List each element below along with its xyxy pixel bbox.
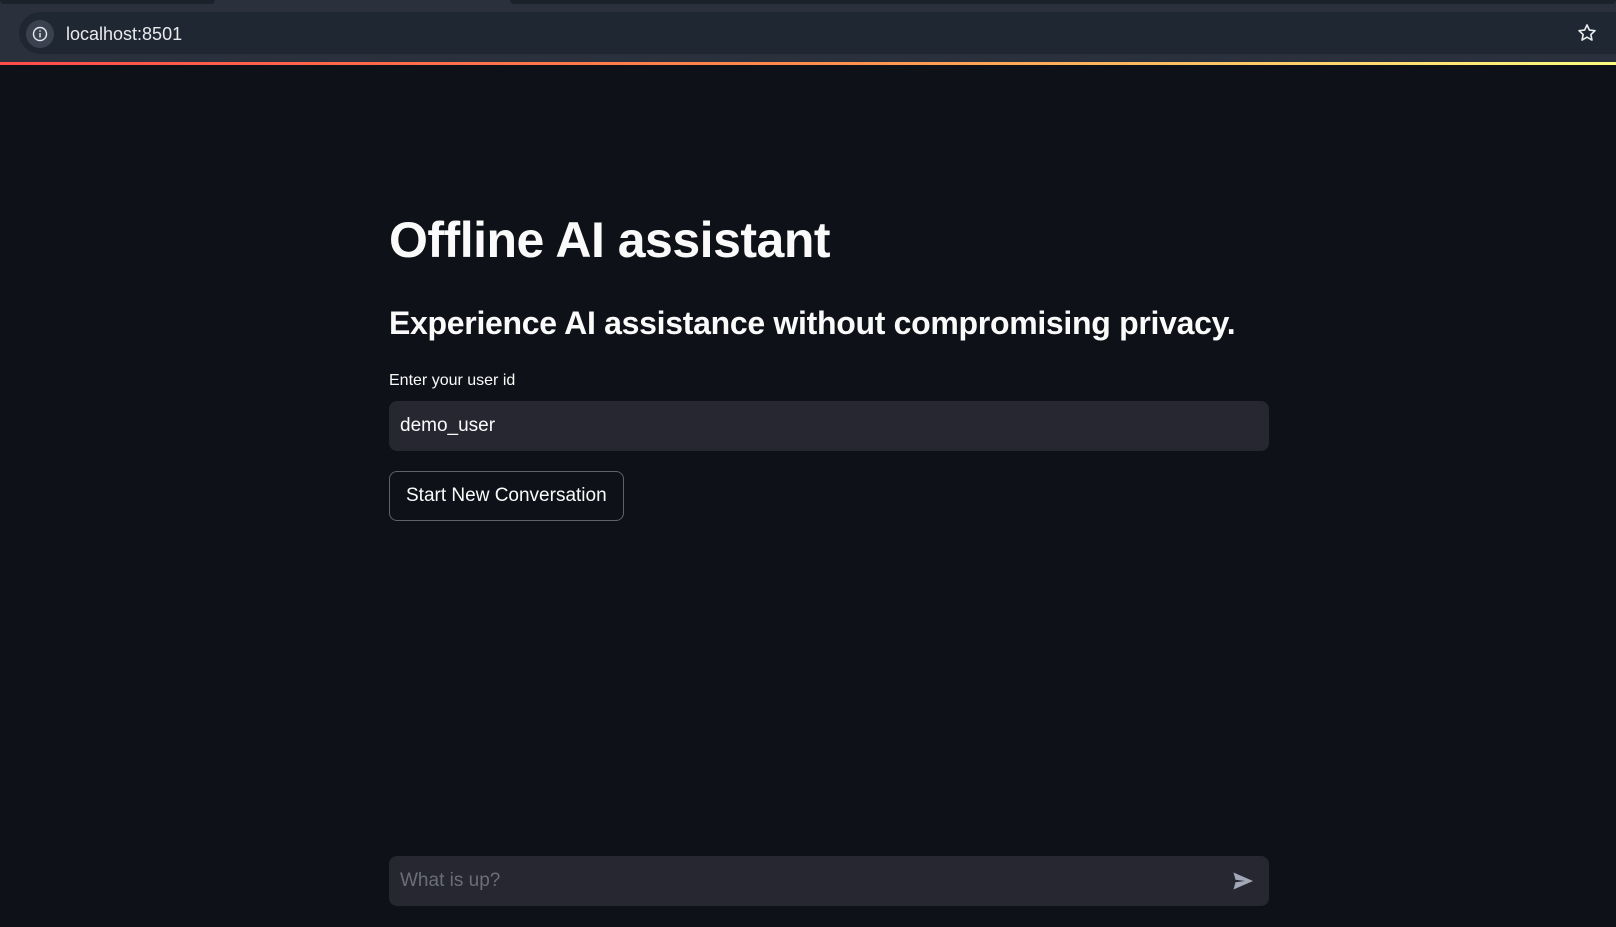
browser-toolbar: localhost:8501 — [0, 0, 1616, 62]
tab-strip — [0, 0, 1616, 4]
app-decoration-bar — [0, 62, 1616, 65]
url-text[interactable]: localhost:8501 — [66, 22, 182, 46]
chat-input-placeholder: What is up? — [400, 870, 501, 891]
page-subtitle: Experience AI assistance without comprom… — [389, 305, 1236, 341]
user-id-label: Enter your user id — [389, 372, 516, 389]
chat-input[interactable]: What is up? — [389, 856, 1269, 906]
tab[interactable] — [510, 0, 1616, 4]
info-icon[interactable] — [26, 20, 54, 48]
star-icon[interactable] — [1574, 20, 1600, 46]
user-id-input[interactable]: demo_user — [389, 401, 1269, 451]
send-icon[interactable] — [1229, 867, 1257, 895]
start-new-conversation-label: Start New Conversation — [406, 485, 607, 506]
address-bar[interactable] — [19, 12, 1616, 54]
start-new-conversation-button[interactable]: Start New Conversation — [389, 471, 624, 521]
page-title: Offline AI assistant — [389, 212, 831, 268]
user-id-value: demo_user — [400, 415, 496, 436]
tab[interactable] — [0, 0, 215, 4]
